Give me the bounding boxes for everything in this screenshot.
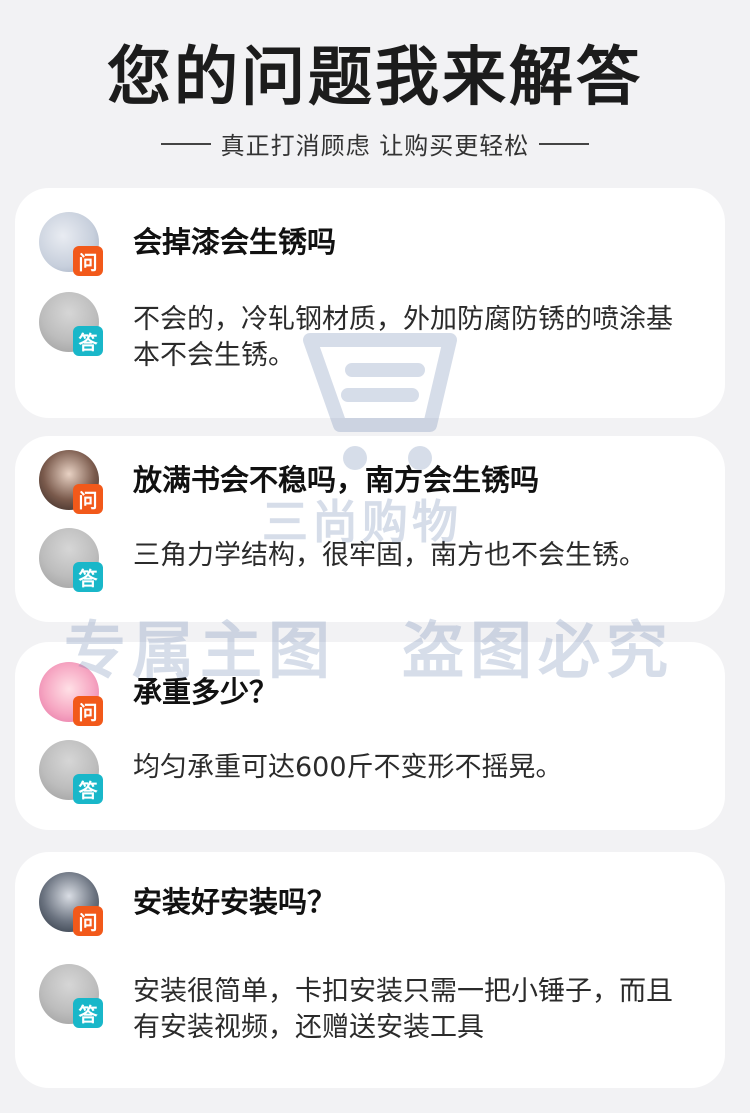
subtitle-divider-right [539,142,590,145]
seller-avatar: 答 [39,292,103,356]
answer-text: 不会的，冷轧钢材质，外加防腐防锈的喷涂基本不会生锈。 [133,304,673,371]
asker-avatar: 问 [39,872,103,936]
question-row: 问 承重多少？ [39,662,693,726]
page-title: 您的问题我来解答 [107,41,643,115]
answer-row: 答 均匀承重可达600斤不变形不摇晃。 [39,740,693,804]
asker-avatar: 问 [39,212,103,276]
asker-avatar: 问 [39,450,103,514]
qa-card: 问 承重多少？ 答 均匀承重可达600斤不变形不摇晃。 [15,642,725,830]
answer-badge: 答 [73,998,103,1028]
answer-text: 安装很简单，卡扣安装只需一把小锤子，而且有安装视频，还赠送安装工具 [133,976,673,1043]
question-badge: 问 [73,906,103,936]
answer-badge: 答 [73,326,103,356]
question-text: 放满书会不稳吗，南方会生锈吗 [133,463,540,497]
question-row: 问 放满书会不稳吗，南方会生锈吗 [39,450,693,514]
question-text: 会掉漆会生锈吗 [133,225,337,259]
question-row: 问 安装好安装吗？ [39,872,693,936]
answer-row: 答 三角力学结构，很牢固，南方也不会生锈。 [39,528,693,592]
seller-avatar: 答 [39,528,103,592]
qa-card: 问 会掉漆会生锈吗 答 不会的，冷轧钢材质，外加防腐防锈的喷涂基本不会生锈。 [15,188,725,418]
asker-avatar: 问 [39,662,103,726]
subtitle-row: 真正打消顾虑 让购买更轻松 [0,126,750,161]
seller-avatar: 答 [39,964,103,1028]
answer-badge: 答 [73,774,103,804]
question-badge: 问 [73,484,103,514]
answer-row: 答 安装很简单，卡扣安装只需一把小锤子，而且有安装视频，还赠送安装工具 [39,964,693,1046]
question-text: 承重多少？ [133,675,279,709]
seller-avatar: 答 [39,740,103,804]
answer-text: 均匀承重可达600斤不变形不摇晃。 [133,752,563,783]
question-badge: 问 [73,696,103,726]
subtitle-divider-left [160,142,211,145]
page-subtitle: 真正打消顾虑 让购买更轻松 [220,132,530,160]
answer-badge: 答 [73,562,103,592]
question-badge: 问 [73,246,103,276]
answer-row: 答 不会的，冷轧钢材质，外加防腐防锈的喷涂基本不会生锈。 [39,292,693,374]
qa-card: 问 安装好安装吗？ 答 安装很简单，卡扣安装只需一把小锤子，而且有安装视频，还赠… [15,852,725,1088]
question-row: 问 会掉漆会生锈吗 [39,212,693,276]
question-text: 安装好安装吗？ [133,885,337,919]
answer-text: 三角力学结构，很牢固，南方也不会生锈。 [133,540,646,571]
qa-card: 问 放满书会不稳吗，南方会生锈吗 答 三角力学结构，很牢固，南方也不会生锈。 [15,436,725,622]
